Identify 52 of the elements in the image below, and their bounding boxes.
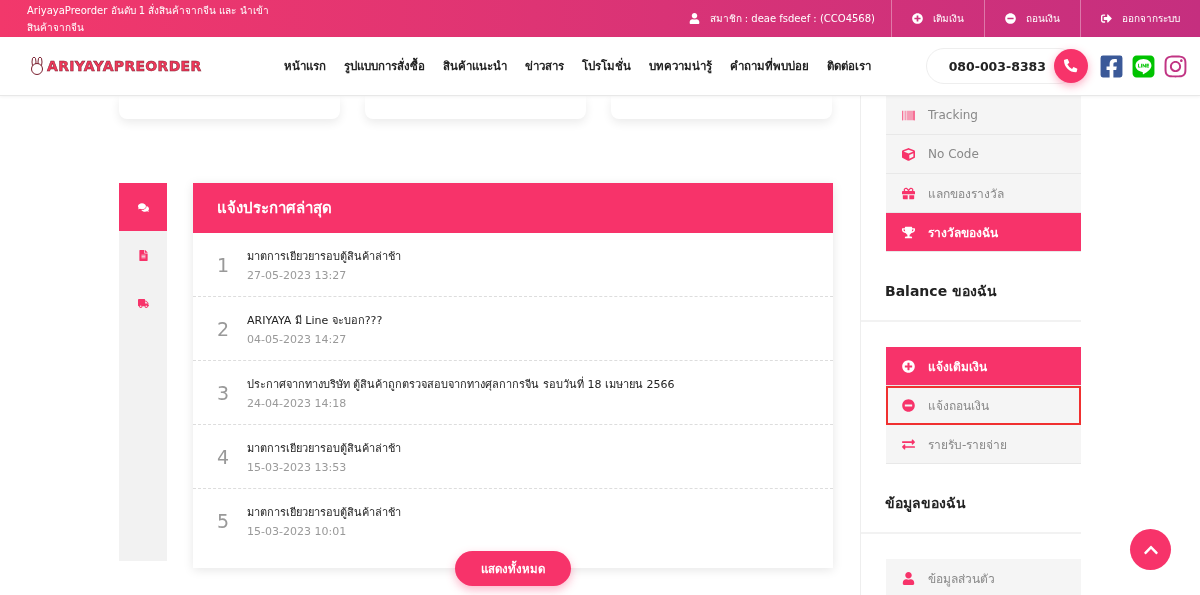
line-icon[interactable] <box>1131 53 1156 79</box>
row-number: 1 <box>217 253 229 276</box>
menu-item[interactable]: สินค้าแนะนำ <box>442 57 507 75</box>
trophy-icon <box>902 225 916 239</box>
menu-item[interactable]: ข่าวสาร <box>524 57 564 75</box>
announcement-date: 04-05-2023 14:27 <box>247 333 348 346</box>
phone-button[interactable] <box>1054 49 1088 83</box>
announcement-title[interactable]: มาตการเยียวยารอบตู้สินค้าล่าช้า <box>247 503 401 521</box>
sidebar-item[interactable]: รางวัลของฉัน <box>886 213 1081 252</box>
cube-icon <box>902 147 916 161</box>
section-heading: ข้อมูลของฉัน <box>861 474 1081 534</box>
exchange-icon <box>902 437 916 451</box>
announcement-date: 24-04-2023 14:18 <box>247 397 348 410</box>
rabbit-icon <box>30 57 44 75</box>
menu-item[interactable]: ติดต่อเรา <box>826 57 871 75</box>
chat-icon <box>137 201 149 213</box>
panel-title: แจ้งประกาศล่าสุด <box>193 183 833 233</box>
announcement-title[interactable]: ARIYAYA มี Line จะบอก??? <box>247 311 383 329</box>
facebook-icon[interactable] <box>1099 53 1124 79</box>
announcement-title[interactable]: มาตการเยียวยารอบตู้สินค้าล่าช้า <box>247 439 401 457</box>
show-all-button[interactable]: แสดงทั้งหมด <box>455 551 571 586</box>
user-icon <box>902 571 916 585</box>
document-icon <box>137 249 149 261</box>
tagline: AriyayaPreorder อันดับ 1 สั่งสินค้าจากจีน และ นำเข้าสินค้าจากจีน <box>27 2 270 35</box>
menu-item[interactable]: รูปแบบการสั่งซื้อ <box>343 57 425 75</box>
menu-item[interactable]: บทความน่ารู้ <box>648 57 712 75</box>
menu-item[interactable]: คำถามที่พบบ่อย <box>729 57 809 75</box>
row-number: 5 <box>217 509 229 532</box>
truck-icon <box>137 297 149 309</box>
sidebar-item[interactable]: แจ้งเติมเงิน <box>886 347 1081 386</box>
gift-icon <box>902 186 916 200</box>
logo[interactable]: ARIYAYAPREORDER <box>47 58 202 74</box>
member-info: สมาชิก : deae fsdeef : (CCO4568) <box>709 12 875 26</box>
row-number: 4 <box>217 445 229 468</box>
announcement-date: 15-03-2023 10:01 <box>247 525 348 538</box>
announcement-title[interactable]: มาตการเยียวยารอบตู้สินค้าล่าช้า <box>247 247 401 265</box>
side-tab[interactable] <box>119 183 167 231</box>
phone-number: 080-003-8383 <box>948 58 1046 74</box>
phone-icon <box>1064 59 1078 73</box>
sign-out-icon <box>1101 13 1112 24</box>
menu-item[interactable]: โปรโมชั่น <box>581 57 631 75</box>
announcement-date: 27-05-2023 13:27 <box>247 269 348 282</box>
user-icon <box>688 13 700 24</box>
menu-item[interactable]: หน้าแรก <box>283 57 326 75</box>
barcode-icon <box>902 108 916 122</box>
section-heading: Balance ของฉัน <box>861 262 1081 322</box>
announcement-date: 15-03-2023 13:53 <box>247 461 348 474</box>
announcement-title[interactable]: ประกาศจากทางบริษัท ตู้สินค้าถูกตรวจสอบจากทางศุลกากรจีน รอบวันที่ 18 เมษายน 2566 <box>247 375 675 393</box>
row-number: 2 <box>217 317 229 340</box>
row-number: 3 <box>217 381 229 404</box>
instagram-icon[interactable] <box>1163 53 1188 79</box>
scroll-top-button[interactable] <box>1130 529 1171 570</box>
